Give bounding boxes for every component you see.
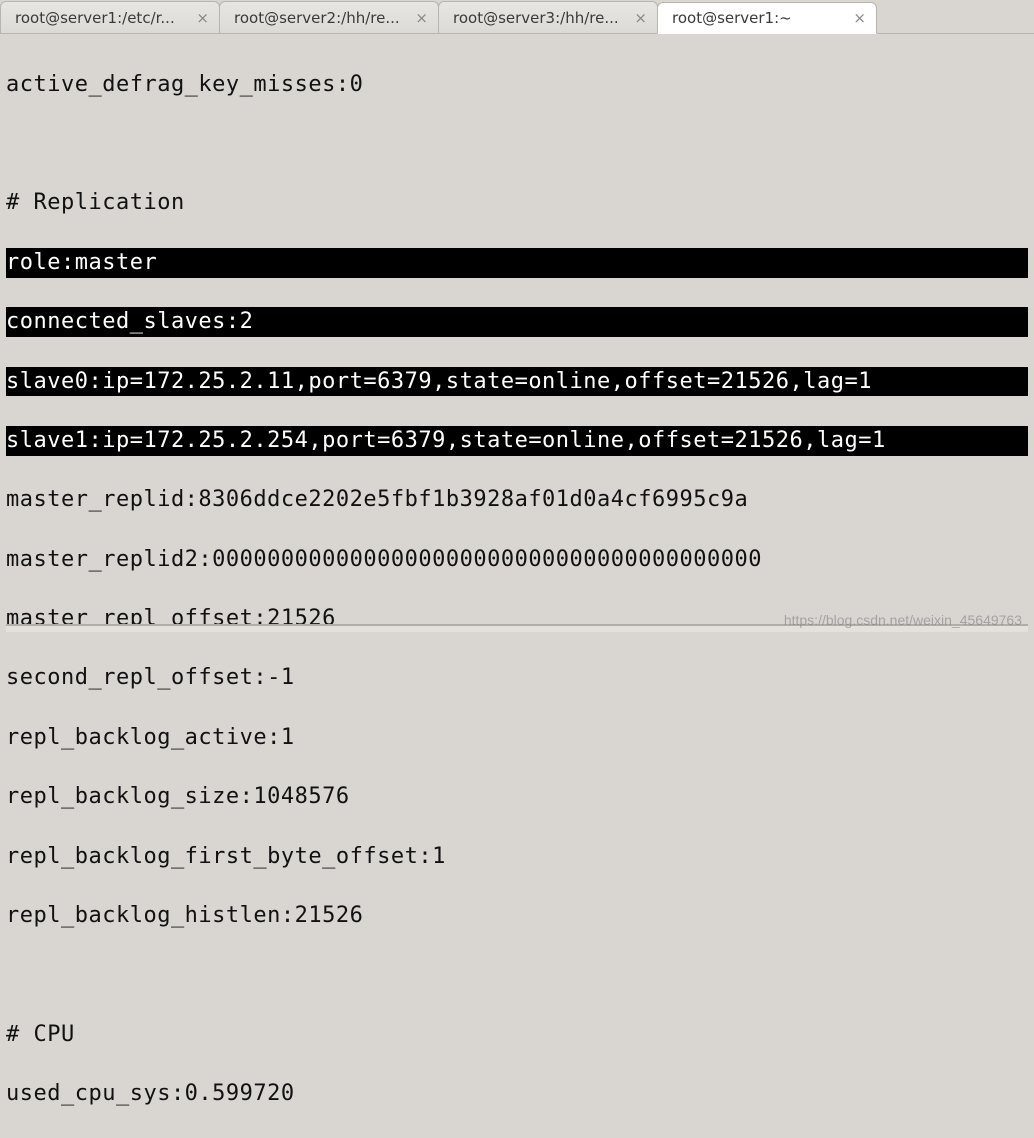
watermark: https://blog.csdn.net/weixin_45649763: [784, 612, 1022, 628]
output-line: active_defrag_key_misses:0: [6, 70, 1028, 100]
close-icon[interactable]: ×: [634, 9, 647, 27]
highlighted-line: slave0:ip=172.25.2.11,port=6379,state=on…: [6, 367, 1028, 397]
tab-server3-hh[interactable]: root@server3:/hh/re... ×: [438, 1, 658, 33]
output-line: used_cpu_sys:0.599720: [6, 1079, 1028, 1109]
tab-label: root@server3:/hh/re...: [453, 9, 619, 27]
output-line: repl_backlog_first_byte_offset:1: [6, 842, 1028, 872]
blank-line: [6, 960, 1028, 990]
highlighted-line: slave1:ip=172.25.2.254,port=6379,state=o…: [6, 426, 1028, 456]
close-icon[interactable]: ×: [853, 9, 866, 27]
output-line: master_replid2:0000000000000000000000000…: [6, 545, 1028, 575]
output-line: repl_backlog_active:1: [6, 723, 1028, 753]
terminal-output[interactable]: active_defrag_key_misses:0 # Replication…: [0, 34, 1034, 1138]
section-header-replication: # Replication: [6, 188, 1028, 218]
section-header-cpu: # CPU: [6, 1020, 1028, 1050]
tab-server2-hh[interactable]: root@server2:/hh/re... ×: [219, 1, 439, 33]
tab-server1-etc[interactable]: root@server1:/etc/r... ×: [0, 1, 220, 33]
output-line: master_replid:8306ddce2202e5fbf1b3928af0…: [6, 485, 1028, 515]
close-icon[interactable]: ×: [415, 9, 428, 27]
highlighted-line: connected_slaves:2: [6, 307, 1028, 337]
close-icon[interactable]: ×: [196, 9, 209, 27]
tab-server1-home[interactable]: root@server1:~ ×: [657, 2, 877, 34]
output-line: repl_backlog_size:1048576: [6, 782, 1028, 812]
blank-line: [6, 129, 1028, 159]
tab-bar: root@server1:/etc/r... × root@server2:/h…: [0, 0, 1034, 34]
tab-label: root@server2:/hh/re...: [234, 9, 400, 27]
tab-label: root@server1:~: [672, 9, 792, 27]
output-line: repl_backlog_histlen:21526: [6, 901, 1028, 931]
highlighted-line: role:master: [6, 248, 1028, 278]
output-line: second_repl_offset:-1: [6, 663, 1028, 693]
tab-label: root@server1:/etc/r...: [15, 9, 175, 27]
